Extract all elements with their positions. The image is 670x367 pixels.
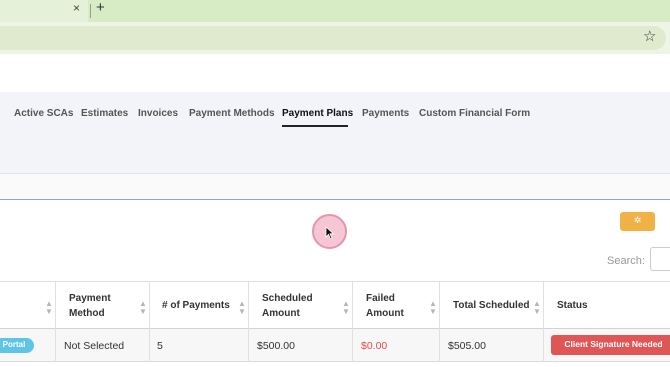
cell-payment-method: Not Selected [64,340,125,352]
mouse-cursor-icon [325,226,335,240]
address-bar[interactable] [0,26,666,50]
status-badge-label: Client Signature Needed [564,339,663,349]
col-header-total-scheduled[interactable]: Total Scheduled [453,298,530,313]
active-tab-underline [282,125,348,127]
financial-nav-band [0,92,670,174]
column-divider [543,281,544,362]
sort-icon[interactable]: ▲ ▼ [45,300,53,316]
search-label: Search: [607,255,645,267]
col-header-scheduled-amount[interactable]: Scheduled Amount [262,291,342,321]
settings-button[interactable]: ✲ [620,212,655,231]
bookmark-star-icon[interactable]: ☆ [643,27,656,45]
gear-icon: ✲ [633,215,642,225]
tab-payment-plans[interactable]: Payment Plans [282,108,353,119]
column-divider [149,281,150,362]
cell-scheduled-amount: $500.00 [257,340,295,352]
portal-badge[interactable]: Portal [0,338,34,353]
new-tab-icon[interactable]: + [96,0,105,16]
tab-payments[interactable]: Payments [362,108,409,119]
browser-tab-strip: × + [0,0,670,22]
col-header-payment-method[interactable]: Payment Method [69,291,139,321]
sort-icon[interactable]: ▲ ▼ [533,300,541,316]
column-divider [352,281,353,362]
sort-icon[interactable]: ▲ ▼ [139,300,147,316]
cell-num-payments: 5 [157,340,163,352]
col-header-status[interactable]: Status [557,298,588,313]
column-divider [248,281,249,362]
column-divider [439,281,440,362]
status-badge[interactable]: Client Signature Needed [551,335,670,355]
tab-divider [90,4,91,18]
column-divider [55,281,56,362]
section-divider-bar [0,174,670,200]
browser-toolbar [0,22,670,54]
sort-icon[interactable]: ▲ ▼ [238,300,246,316]
close-tab-icon[interactable]: × [73,1,80,15]
portal-badge-label: Portal [2,340,26,349]
sort-icon[interactable]: ▲ ▼ [342,300,350,316]
col-header-failed-amount[interactable]: Failed Amount [366,291,426,321]
cell-total-scheduled: $505.00 [448,340,486,352]
tab-active-scas[interactable]: Active SCAs [14,108,73,119]
cell-failed-amount: $0.00 [361,340,388,352]
sort-icon[interactable]: ▲ ▼ [429,300,437,316]
app-header [0,54,670,92]
tab-invoices[interactable]: Invoices [138,108,178,119]
search-input[interactable] [650,247,670,271]
tab-estimates[interactable]: Estimates [81,108,128,119]
tab-custom-financial-form[interactable]: Custom Financial Form [419,108,530,119]
tab-payment-methods[interactable]: Payment Methods [189,108,275,119]
col-header-num-payments[interactable]: # of Payments [162,298,230,313]
